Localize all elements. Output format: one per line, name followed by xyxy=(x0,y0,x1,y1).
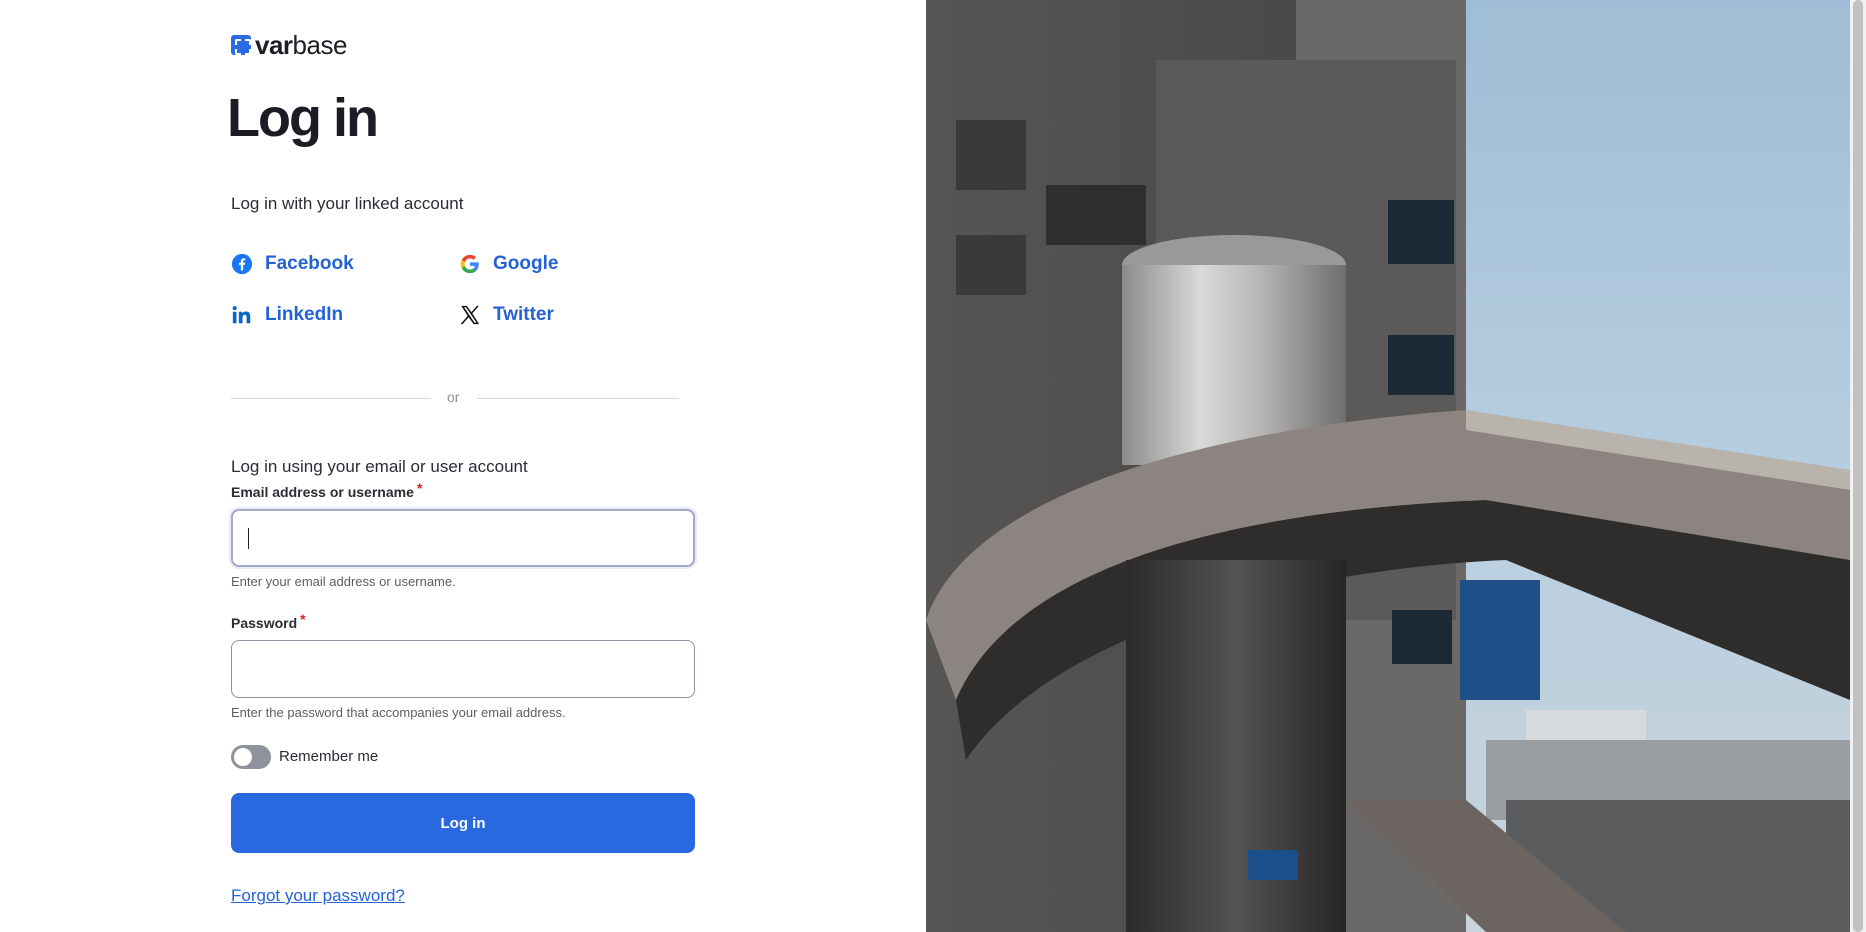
google-icon xyxy=(460,254,479,274)
linkedin-login-link[interactable]: LinkedIn xyxy=(231,304,343,326)
facebook-icon xyxy=(231,253,253,275)
forgot-password-link[interactable]: Forgot your password? xyxy=(231,886,405,906)
google-label: Google xyxy=(493,253,559,274)
hero-image xyxy=(926,0,1850,932)
email-label: Email address or username * xyxy=(231,480,423,500)
required-mark: * xyxy=(300,611,306,627)
email-field[interactable] xyxy=(231,509,695,567)
twitter-login-link[interactable]: Twitter xyxy=(459,304,554,326)
twitter-label: Twitter xyxy=(493,304,554,325)
building-photo xyxy=(926,0,1850,932)
x-twitter-icon xyxy=(460,305,480,325)
password-label: Password * xyxy=(231,611,306,631)
required-mark: * xyxy=(416,480,423,496)
linkedin-label: LinkedIn xyxy=(265,304,344,325)
remember-me-label[interactable]: Remember me xyxy=(279,748,378,765)
login-panel: varbase Log in Log in with your linked a… xyxy=(0,0,926,932)
divider-line-left xyxy=(231,398,431,399)
scrollbar[interactable] xyxy=(1850,0,1866,932)
divider-line-right xyxy=(477,398,679,399)
toggle-knob xyxy=(234,748,252,766)
login-button[interactable]: Log in xyxy=(231,793,695,853)
scrollbar-thumb[interactable] xyxy=(1853,0,1863,932)
varbase-logo[interactable]: varbase xyxy=(231,32,347,58)
email-help-text: Enter your email address or username. xyxy=(231,574,456,589)
or-divider: or xyxy=(231,388,679,408)
text-caret xyxy=(248,528,249,549)
brand-name: varbase xyxy=(255,30,347,60)
password-help-text: Enter the password that accompanies your… xyxy=(231,705,566,720)
password-field[interactable] xyxy=(231,640,695,698)
varbase-logo-icon xyxy=(231,35,251,55)
facebook-login-link[interactable]: Facebook xyxy=(231,253,354,275)
divider-text: or xyxy=(447,389,460,405)
facebook-label: Facebook xyxy=(265,253,354,274)
linked-account-label: Log in with your linked account xyxy=(231,194,464,213)
account-login-label: Log in using your email or user account xyxy=(231,457,528,476)
google-login-link[interactable]: Google xyxy=(459,253,558,275)
page-title: Log in xyxy=(227,88,379,148)
linkedin-icon xyxy=(232,306,251,324)
